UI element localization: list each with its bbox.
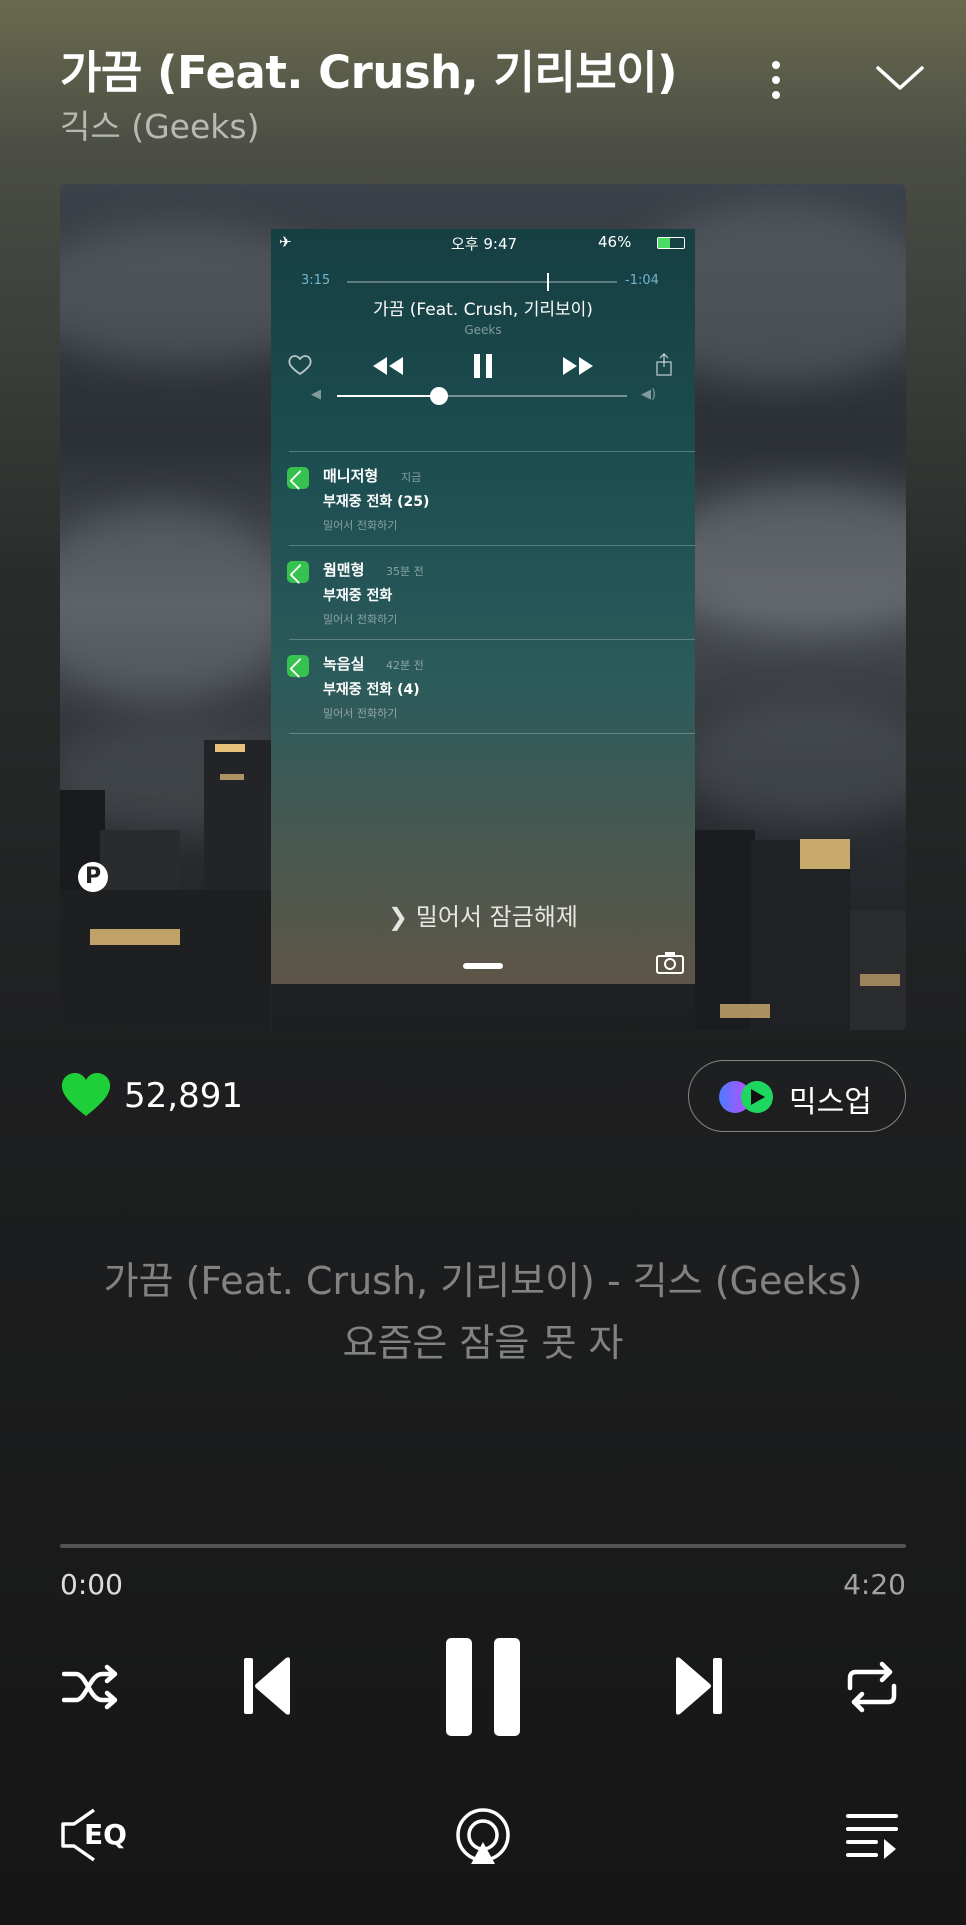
phone-rewind-icon	[373, 357, 403, 375]
like-count: 52,891	[124, 1076, 243, 1116]
lyrics-line[interactable]: 가끔 (Feat. Crush, 기리보이) - 긱스 (Geeks)	[0, 1250, 966, 1305]
phone-volume-slider	[337, 387, 627, 405]
phone-share-icon	[656, 353, 672, 376]
previous-icon[interactable]	[242, 1656, 294, 1716]
phone-volume-low-icon: ◀	[311, 387, 321, 402]
battery-icon	[657, 237, 685, 249]
next-icon[interactable]	[672, 1656, 724, 1716]
phone-remaining: -1:04	[625, 273, 659, 288]
phone-heart-icon	[288, 355, 312, 376]
phone-call-icon	[287, 561, 309, 583]
phone-handle	[463, 963, 503, 969]
playlist-icon[interactable]	[846, 1812, 898, 1860]
phone-call-icon	[287, 467, 309, 489]
current-time: 0:00	[60, 1568, 123, 1601]
phone-song-artist: Geeks	[464, 323, 502, 337]
phone-song: 가끔 (Feat. Crush, 기리보이)	[373, 300, 593, 320]
track-artist[interactable]: 긱스 (Geeks)	[60, 100, 259, 148]
phone-camera-icon	[656, 952, 684, 974]
album-art: P ✈ 오후 9:47 46% 3:15 -1:04 가끔 (Feat. Cru…	[60, 184, 906, 1030]
shuffle-icon[interactable]	[62, 1662, 120, 1712]
track-title: 가끔 (Feat. Crush, 기리보이)	[60, 46, 678, 99]
player-header: 가끔 (Feat. Crush, 기리보이) 긱스 (Geeks)	[60, 30, 926, 150]
mixup-label: 믹스업	[789, 1085, 872, 1120]
phone-time: 오후 9:47	[451, 235, 518, 253]
like-row: 52,891 믹스업	[60, 1058, 906, 1134]
heart-icon[interactable]	[60, 1072, 112, 1118]
chevron-down-icon[interactable]	[874, 58, 926, 98]
phone-volume-high-icon: ◀)	[641, 387, 657, 402]
progress-bar[interactable]	[60, 1544, 906, 1548]
phone-pause-icon	[474, 354, 492, 378]
total-time: 4:20	[843, 1568, 906, 1601]
phone-progress	[347, 273, 617, 291]
phone-forward-icon	[563, 357, 593, 375]
mixup-button[interactable]: 믹스업	[688, 1060, 906, 1132]
phone-call-icon	[287, 655, 309, 677]
airplay-icon[interactable]	[454, 1808, 512, 1866]
eq-label: EQ	[84, 1818, 127, 1851]
eq-button[interactable]: EQ	[60, 1808, 132, 1862]
pause-icon[interactable]	[444, 1636, 522, 1738]
mixup-icon	[719, 1081, 773, 1113]
airplane-icon: ✈	[279, 233, 292, 251]
parking-sign: P	[78, 862, 108, 892]
lyrics-line[interactable]: 요즘은 잠을 못 자	[0, 1312, 966, 1367]
unlock-text: ❯ 밀어서 잠금해제	[388, 903, 578, 931]
repeat-icon[interactable]	[844, 1660, 900, 1714]
phone-battery: 46%	[598, 233, 632, 251]
phone-elapsed: 3:15	[301, 273, 331, 288]
more-icon[interactable]	[756, 54, 796, 114]
phone-lockscreen: ✈ 오후 9:47 46% 3:15 -1:04 가끔 (Feat. Crush…	[271, 229, 695, 984]
